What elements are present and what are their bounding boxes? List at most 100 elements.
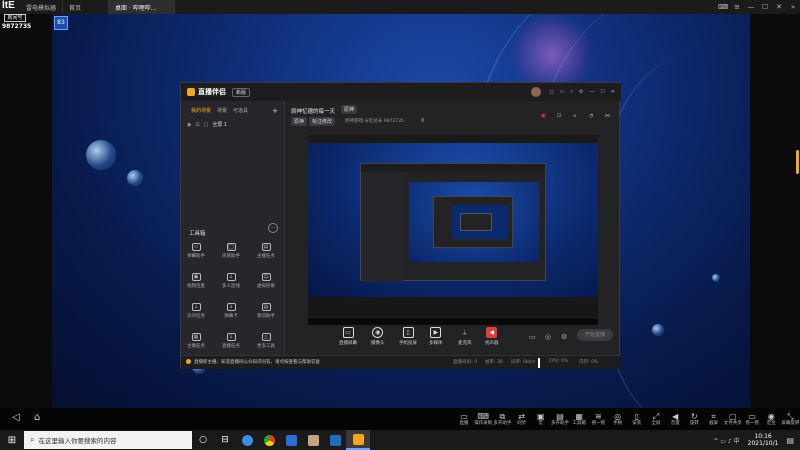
emulator-tab[interactable]: 桌面 · 哔哩哔...	[109, 0, 176, 14]
camera-button[interactable]: ◉ 摄像头	[371, 327, 385, 346]
media-button[interactable]: ▶ 多媒体	[429, 327, 443, 346]
video-settings-icon[interactable]: ▭	[529, 333, 536, 341]
tab-my-scenes[interactable]: 我的场景	[191, 107, 211, 115]
phone-cast-button[interactable]: ▯ 手机投屏	[399, 327, 417, 346]
tab-scenes[interactable]: 场景	[217, 107, 227, 115]
toolbar-screen-button[interactable]: ⤡ 屏幕旋转	[780, 408, 800, 430]
toolbar-record-button[interactable]: ◀ 音量	[665, 408, 685, 430]
add-icon[interactable]: +	[272, 107, 278, 115]
minimize-icon[interactable]: —	[589, 89, 594, 95]
tool-video-link[interactable]: ▣ 视频连麦	[185, 273, 207, 291]
tool-room-admin[interactable]: ◯ 房管助手	[220, 243, 242, 261]
toolbar-volume-button[interactable]: ⤢ 全屏	[646, 408, 666, 430]
lock-icon[interactable]: ⊡	[195, 122, 199, 128]
toolbar-macro-button[interactable]: ▣ 宏	[531, 408, 551, 430]
lock-icon[interactable]: ⊡	[557, 113, 561, 119]
minimize-icon[interactable]: —	[744, 0, 758, 14]
tool-card[interactable]: ↓ 弹幕卡	[220, 303, 242, 321]
speaker-button[interactable]: ◀ 扬声器	[485, 327, 499, 346]
toolbar-rotate-button[interactable]: ↻ 旋转	[684, 408, 704, 430]
category-chip[interactable]: 原神	[291, 117, 308, 126]
tool-anchor[interactable]: ▦ 主播任务	[185, 333, 207, 351]
app-icon-blue[interactable]	[280, 431, 302, 450]
file-icon: ▢	[729, 411, 737, 421]
toolbar-label: 摇一摇	[745, 420, 759, 426]
gift-icon[interactable]: ⌂	[573, 113, 576, 119]
start-icon[interactable]: ⊞	[0, 430, 24, 450]
stream-preview[interactable]	[308, 135, 598, 317]
toolbar-gamepad-button[interactable]: ◎ 手柄	[608, 408, 628, 430]
eye-icon[interactable]: ◉	[187, 122, 191, 128]
toolbar-file-button[interactable]: ▢ 文件共享	[723, 408, 743, 430]
toolbar-install-button[interactable]: ▯ 安装	[627, 408, 647, 430]
tool-party[interactable]: ↓ 派对任务	[185, 303, 207, 321]
clock-app-icon[interactable]	[236, 431, 258, 450]
side-scroll-indicator[interactable]	[796, 150, 799, 174]
back-icon[interactable]: ◁	[12, 412, 20, 423]
maximize-icon[interactable]: ☐	[758, 0, 772, 14]
toolbar-screenshot-button[interactable]: ▤ 多开助手	[550, 408, 570, 430]
keyboard-icon[interactable]: ⌨	[716, 0, 730, 14]
mouse-cursor	[538, 358, 540, 368]
tool-avatar[interactable]: ☺ 虚拟形象	[255, 273, 277, 291]
toolbar-sync-button[interactable]: ⇄ 同步	[512, 408, 532, 430]
start-live-button[interactable]: 开始直播	[577, 329, 613, 341]
toolbar-crop-button[interactable]: ⌗ 截屏	[704, 408, 724, 430]
toolbar-tools-button[interactable]: ▦ 工具箱	[569, 408, 589, 430]
tool-danmu[interactable]: ▭ 弹幕助手	[185, 243, 207, 261]
left-panel: 我的场景 场景 可道具 + ◉ ⊡ ▢ 全屏 1 工具箱 ⋯ ▭ 弹幕助手 ◯ 房管…	[181, 101, 285, 357]
search-input[interactable]: 在这里输入你要搜索的内容	[38, 435, 116, 445]
toolbar-location-button[interactable]: ◉ 定位	[761, 408, 781, 430]
live-companion-taskbar-icon[interactable]	[346, 430, 370, 450]
bell-icon[interactable]: ◔	[589, 113, 593, 119]
bell-icon[interactable]: ◻	[549, 89, 553, 95]
video-link-icon: ▣	[191, 273, 201, 281]
message-icon[interactable]: ▭	[560, 89, 565, 95]
settings-icon[interactable]: ⚙	[561, 333, 567, 341]
tool-lyrics[interactable]: ▤ 歌词助手	[255, 303, 277, 321]
lyrics-icon: ▤	[261, 303, 271, 311]
more-tools-icon[interactable]: ⋯	[268, 223, 278, 233]
room-manage-icon[interactable]: ▣	[541, 113, 546, 119]
search-box[interactable]: ⌕ 在这里输入你要搜索的内容	[24, 431, 192, 449]
tool-more[interactable]: △ 更多工具	[255, 333, 277, 351]
tab-props[interactable]: 可道具	[233, 107, 248, 115]
emulator-tab[interactable]: 首页	[63, 0, 110, 14]
close-icon[interactable]: ✕	[611, 89, 615, 95]
tool-multi-link[interactable]: ↓ 多人连线	[220, 273, 242, 291]
stream-title[interactable]: 原神忆德的每一天	[291, 107, 335, 115]
avatar[interactable]	[531, 87, 542, 97]
scene-name[interactable]: 全屏 1	[212, 121, 227, 128]
crop-icon: ⌗	[711, 411, 716, 421]
app-icon-avatar[interactable]	[302, 431, 324, 450]
toolbar-keyboard-button[interactable]: ⌨ 操作录制	[473, 408, 493, 430]
share-icon[interactable]: ⋈	[605, 113, 610, 119]
close-icon[interactable]: ✕	[772, 0, 786, 14]
edit-label[interactable]: 标注修改	[309, 117, 336, 126]
settings-icon[interactable]: ⚙	[579, 89, 583, 95]
screen-capture-button[interactable]: ▭ 直播屏幕	[339, 327, 357, 346]
toolbar-multi-open-button[interactable]: ⧉ 多开助手	[492, 408, 512, 430]
clock[interactable]: 10:16 2021/10/1	[748, 433, 779, 447]
maximize-icon[interactable]: ☐	[600, 89, 604, 95]
toolbar-shake-button[interactable]: ≋ 摇一摇	[588, 408, 608, 430]
expand-icon[interactable]: »	[786, 0, 800, 14]
toolbar-screen-record-button[interactable]: ▭ 直播	[454, 408, 474, 430]
preview-icon[interactable]: ◎	[545, 333, 551, 341]
tool-task[interactable]: ▤ 主播任务	[255, 243, 277, 261]
app-icon-dark[interactable]	[324, 431, 346, 450]
tray-icons[interactable]: ^ ▭ ♪ 中	[713, 436, 739, 445]
cortana-icon[interactable]: ○	[192, 435, 214, 445]
menu-icon[interactable]: ≡	[730, 0, 744, 14]
chrome-icon[interactable]	[258, 431, 280, 450]
task-view-icon[interactable]: ⊟	[214, 435, 236, 445]
stream-tag[interactable]: 原神	[341, 105, 358, 114]
notification-icon[interactable]: ▤	[786, 436, 794, 445]
home-icon[interactable]: ⌂	[34, 412, 40, 423]
tool-live-task[interactable]: ↓ 直播任务	[220, 333, 242, 351]
version-badge[interactable]: 新版	[232, 87, 251, 97]
notice-text[interactable]: 直播新主播，知道直播间公众知识问答，请点按查看与帮助答复	[194, 359, 320, 365]
mic-button[interactable]: ⏚ 麦克风	[458, 327, 472, 346]
gift-icon[interactable]: ▿	[570, 89, 573, 95]
toolbar-window-button[interactable]: ▭ 摇一摇	[742, 408, 762, 430]
